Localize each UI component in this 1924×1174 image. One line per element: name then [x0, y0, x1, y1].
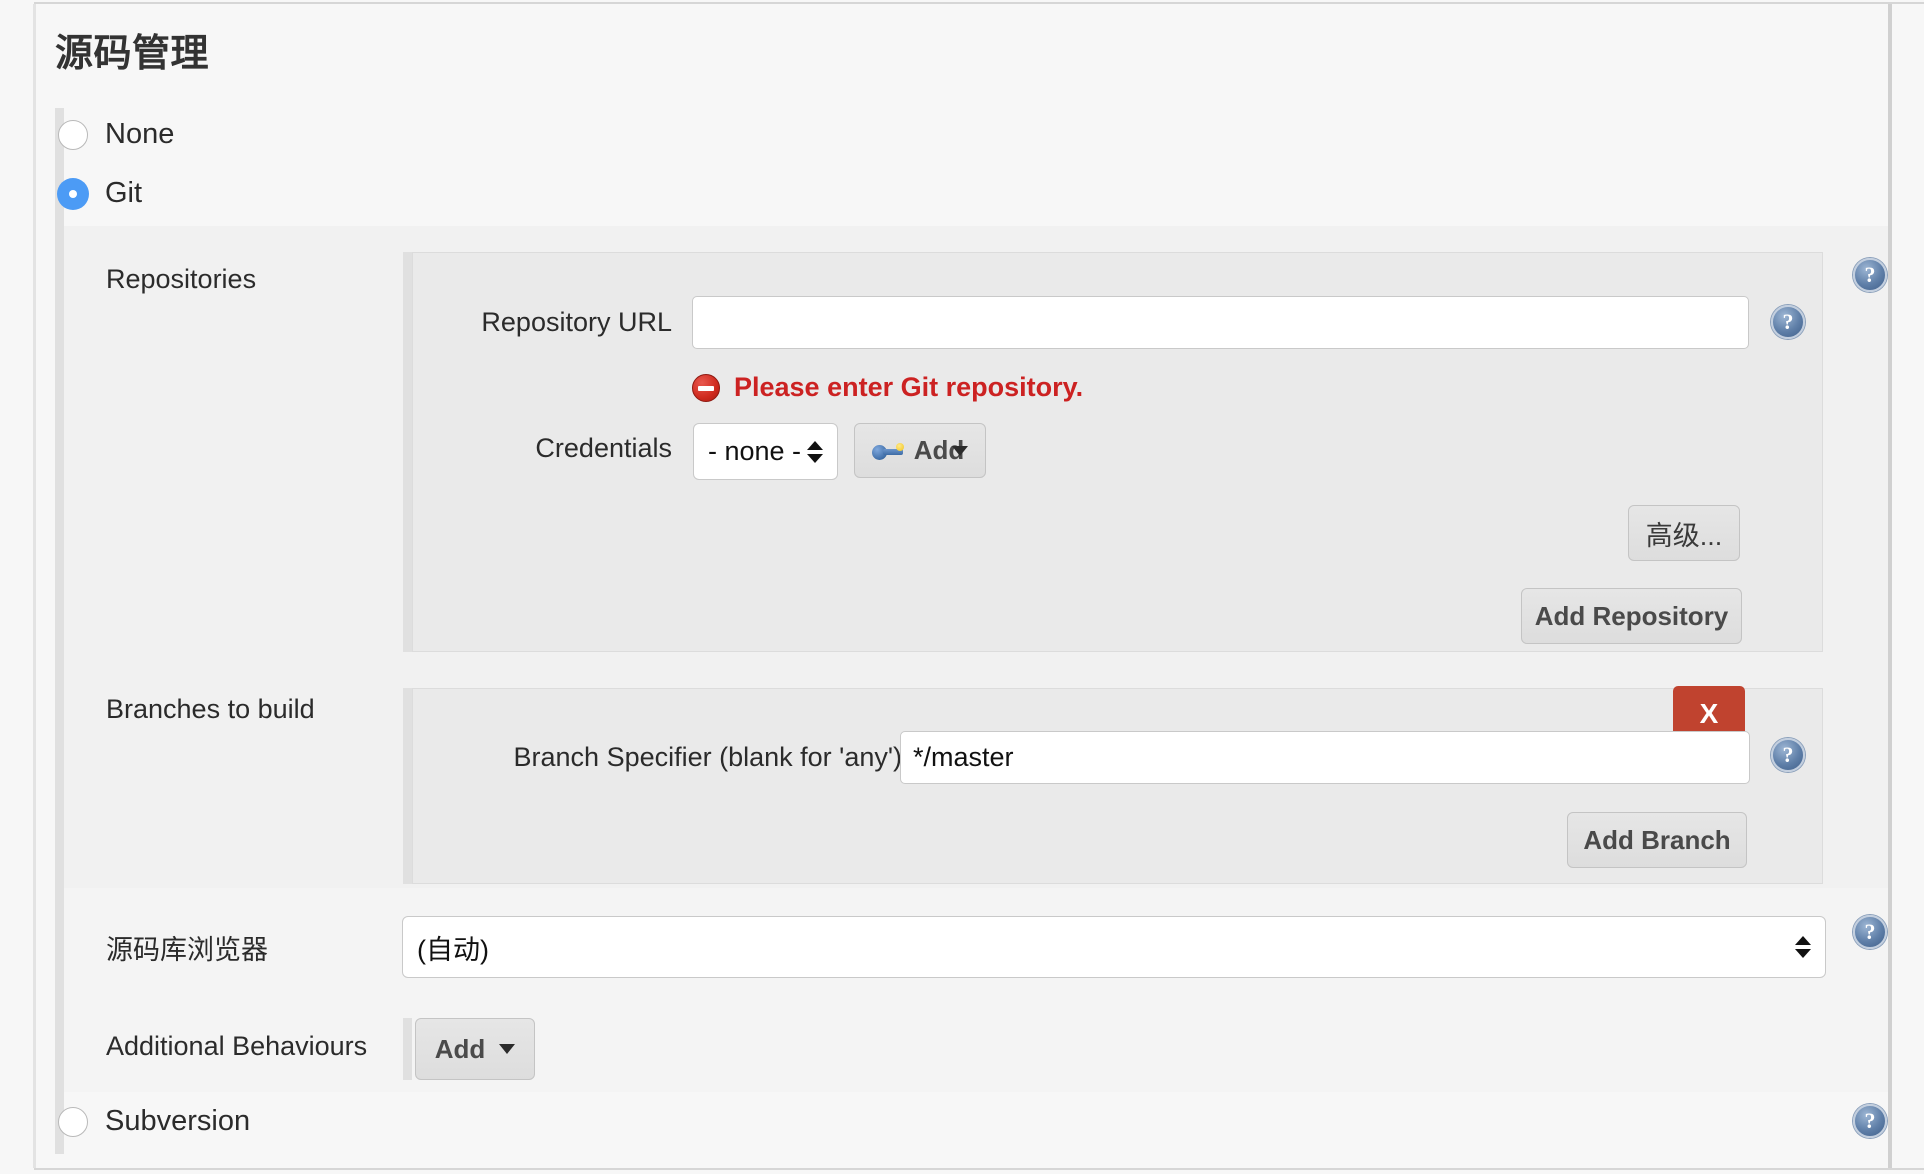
top-divider: [34, 2, 1924, 4]
repository-url-error: Please enter Git repository.: [692, 372, 1083, 403]
error-circle-icon: [692, 373, 720, 402]
additional-behaviours-add-button[interactable]: Add: [415, 1018, 535, 1080]
scm-browser-select-value: (自动): [417, 934, 489, 965]
help-icon-repositories[interactable]: ?: [1853, 258, 1887, 292]
radio-git-icon[interactable]: [58, 178, 88, 209]
key-icon: [871, 441, 904, 461]
add-repository-button[interactable]: Add Repository: [1521, 588, 1742, 644]
scm-option-subversion[interactable]: Subversion: [58, 1105, 250, 1138]
help-icon-subversion[interactable]: ?: [1853, 1104, 1887, 1138]
scm-option-none[interactable]: None: [58, 118, 174, 151]
credentials-select[interactable]: - none -: [693, 423, 838, 480]
credentials-add-button[interactable]: Add: [854, 423, 986, 478]
right-edge-rail: [1888, 4, 1892, 1168]
scm-browser-accent: [55, 888, 64, 1006]
credentials-select-value: - none -: [708, 436, 802, 466]
credentials-label: Credentials: [535, 433, 672, 463]
scm-configuration-page: 源码管理 None Git Repositories ? Repository …: [0, 0, 1924, 1174]
repositories-accent: [55, 226, 64, 656]
scm-browser-label: 源码库浏览器: [106, 935, 268, 965]
add-branch-button[interactable]: Add Branch: [1567, 812, 1747, 868]
scm-option-git-label: Git: [105, 177, 143, 209]
scm-browser-select[interactable]: (自动): [402, 916, 1826, 978]
help-icon-scm-browser[interactable]: ?: [1853, 915, 1887, 949]
branches-label: Branches to build: [106, 694, 315, 724]
scm-option-git[interactable]: Git: [58, 177, 142, 210]
repository-url-label: Repository URL: [481, 307, 672, 337]
branch-panel-accent: [403, 688, 412, 884]
branches-accent: [55, 656, 64, 888]
repository-url-error-text: Please enter Git repository.: [734, 372, 1084, 402]
additional-behaviours-button-accent: [403, 1018, 412, 1080]
additional-behaviours-accent: [55, 1006, 64, 1092]
additional-behaviours-label: Additional Behaviours: [106, 1031, 368, 1061]
scm-browser-select-arrows-icon: [1795, 936, 1811, 958]
scm-option-none-label: None: [105, 118, 175, 150]
radio-none-icon[interactable]: [58, 119, 88, 150]
branch-specifier-label: Branch Specifier (blank for 'any'): [513, 742, 902, 772]
repositories-label: Repositories: [106, 264, 257, 294]
radio-subversion-icon[interactable]: [58, 1106, 88, 1137]
caret-down-icon: [952, 445, 969, 456]
help-icon-repository-url[interactable]: ?: [1771, 305, 1805, 339]
advanced-button[interactable]: 高级...: [1628, 505, 1740, 561]
repository-panel-accent: [403, 252, 412, 652]
select-arrows-icon: [807, 440, 823, 463]
page-title: 源码管理: [55, 33, 210, 75]
bottom-divider: [34, 1168, 1924, 1170]
repository-url-input[interactable]: [692, 296, 1749, 349]
additional-behaviours-add-label: Add: [434, 1033, 486, 1064]
branch-specifier-input[interactable]: [900, 731, 1750, 784]
scm-option-subversion-label: Subversion: [105, 1105, 251, 1137]
left-edge-rail: [33, 4, 36, 1168]
caret-down-icon-behaviours: [499, 1044, 516, 1054]
help-icon-branch-specifier[interactable]: ?: [1771, 738, 1805, 772]
